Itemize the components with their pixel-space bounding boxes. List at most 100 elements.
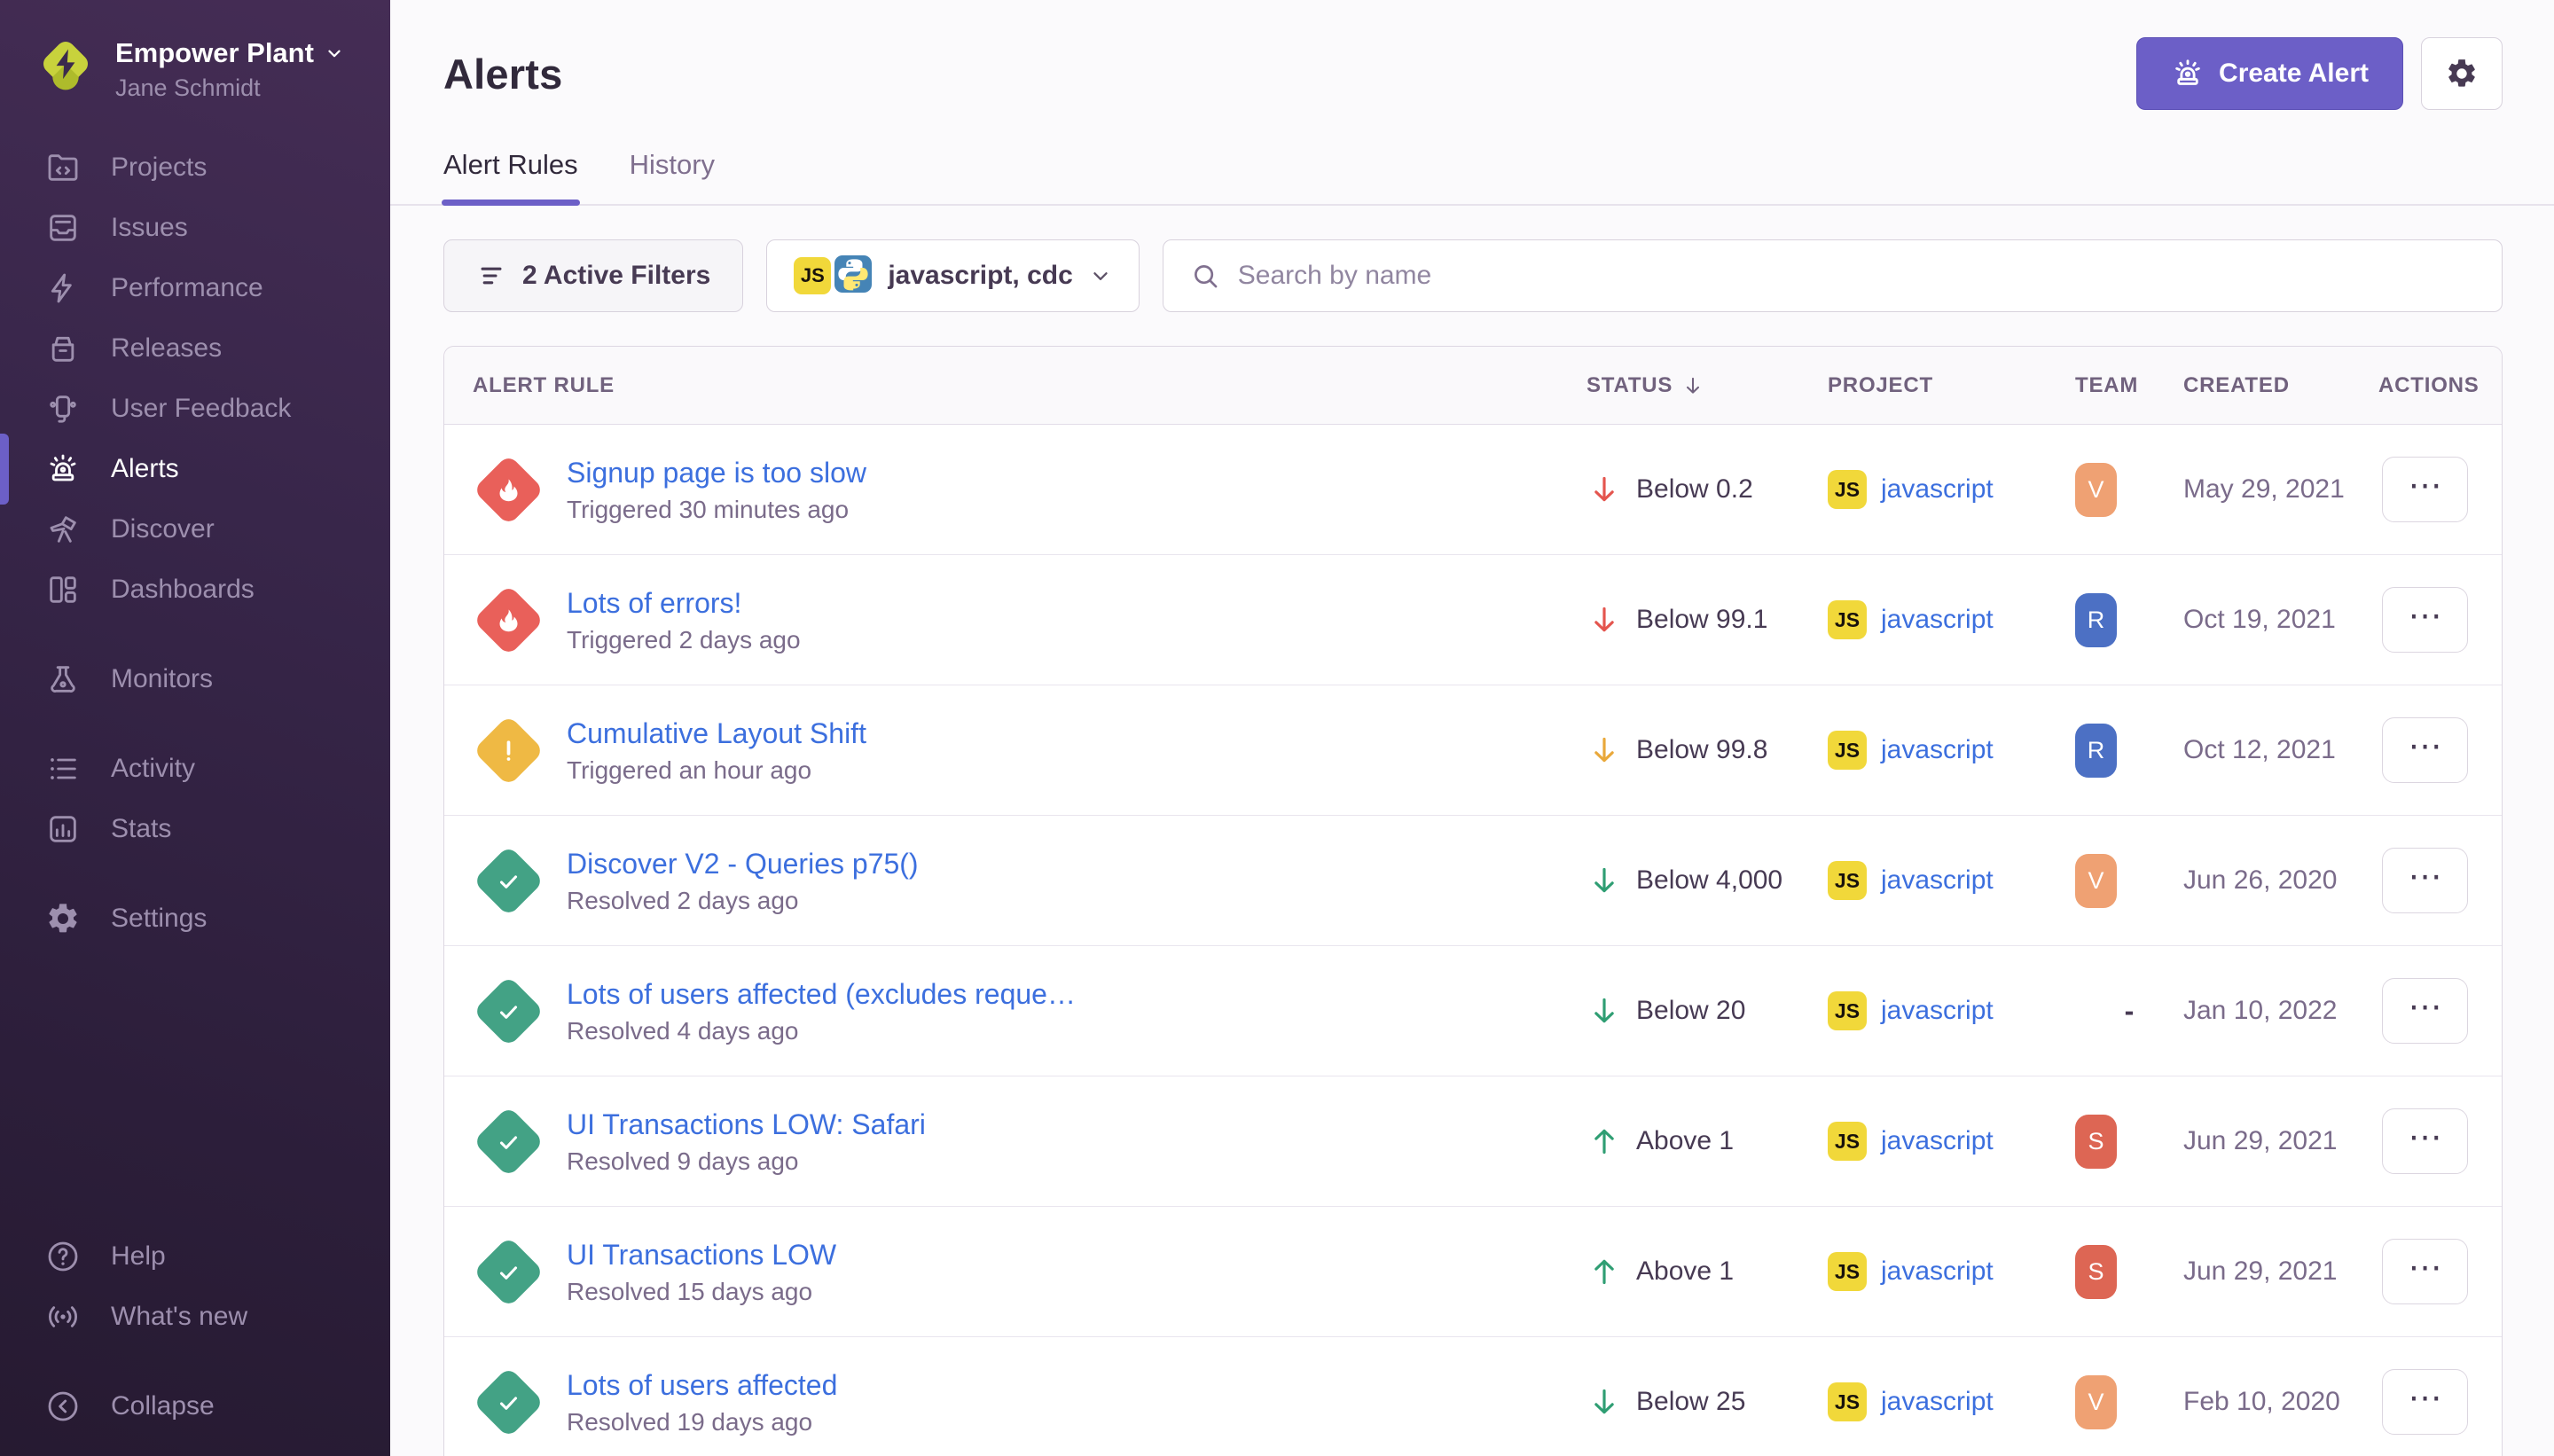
sidebar-item-settings[interactable]: Settings — [0, 888, 390, 949]
issues-icon — [45, 210, 81, 246]
sidebar-item-user-feedback[interactable]: User Feedback — [0, 379, 390, 439]
stats-icon — [45, 811, 81, 847]
dashboards-icon — [45, 572, 81, 607]
alert-rule-subtitle: Resolved 15 days ago — [567, 1277, 836, 1307]
team-avatar: - — [2075, 995, 2183, 1028]
chevron-down-icon — [325, 43, 344, 63]
project-link[interactable]: javascript — [1881, 1387, 1994, 1417]
sidebar-item-performance[interactable]: Performance — [0, 258, 390, 318]
tab-alert-rules[interactable]: Alert Rules — [443, 149, 578, 204]
status-value: Above 1 — [1636, 1126, 1734, 1156]
project-link[interactable]: javascript — [1881, 996, 1994, 1026]
sidebar-item-dashboards[interactable]: Dashboards — [0, 560, 390, 620]
create-alert-button[interactable]: Create Alert — [2136, 37, 2403, 110]
alert-rule-link[interactable]: Signup page is too slow — [567, 455, 866, 490]
table-header-row: Alert Rule Status Project Team Created A… — [444, 347, 2502, 425]
alert-rule-link[interactable]: Lots of users affected — [567, 1367, 837, 1403]
project-link[interactable]: javascript — [1881, 1126, 1994, 1156]
sidebar-item-issues[interactable]: Issues — [0, 198, 390, 258]
table-row: Lots of users affected (excludes reque… … — [444, 946, 2502, 1076]
app-window: Empower Plant Jane Schmidt Projects Issu… — [0, 0, 2554, 1456]
created-date: Jun 29, 2021 — [2183, 1256, 2378, 1287]
status-value: Below 4,000 — [1636, 865, 1782, 896]
row-actions-button[interactable]: ⋯ — [2382, 1108, 2468, 1174]
status-arrow-icon — [1586, 602, 1622, 638]
org-name: Empower Plant — [115, 37, 314, 69]
active-filters-button[interactable]: 2 Active Filters — [443, 239, 743, 312]
chevron-down-icon — [1089, 264, 1112, 287]
table-row: Lots of errors! Triggered 2 days ago Bel… — [444, 555, 2502, 685]
row-actions-button[interactable]: ⋯ — [2382, 457, 2468, 522]
column-status[interactable]: Status — [1586, 373, 1828, 398]
table-row: Cumulative Layout Shift Triggered an hou… — [444, 685, 2502, 816]
row-actions-button[interactable]: ⋯ — [2382, 848, 2468, 913]
row-actions-button[interactable]: ⋯ — [2382, 1239, 2468, 1304]
sidebar-item-help[interactable]: Help — [0, 1226, 390, 1287]
project-link[interactable]: javascript — [1881, 1256, 1994, 1287]
page-title: Alerts — [443, 50, 562, 98]
alert-severity-icon — [473, 584, 544, 655]
row-actions-button[interactable]: ⋯ — [2382, 587, 2468, 653]
javascript-platform-icon: JS — [1828, 731, 1867, 770]
alert-rules-table: Alert Rule Status Project Team Created A… — [443, 346, 2503, 1456]
row-actions-button[interactable]: ⋯ — [2382, 978, 2468, 1044]
alert-rule-link[interactable]: Cumulative Layout Shift — [567, 716, 866, 751]
alert-severity-icon — [473, 1106, 544, 1177]
sidebar-item-stats[interactable]: Stats — [0, 799, 390, 859]
team-avatar: R — [2075, 724, 2117, 778]
project-link[interactable]: javascript — [1881, 735, 1994, 765]
sort-desc-icon — [1681, 374, 1704, 397]
status-arrow-icon — [1586, 472, 1622, 507]
siren-icon — [2171, 57, 2205, 90]
created-date: Oct 19, 2021 — [2183, 605, 2378, 635]
sidebar-item-releases[interactable]: Releases — [0, 318, 390, 379]
row-actions-button[interactable]: ⋯ — [2382, 1369, 2468, 1435]
alert-severity-icon — [473, 1366, 544, 1437]
status-arrow-icon — [1586, 993, 1622, 1029]
project-link[interactable]: javascript — [1881, 605, 1994, 635]
sidebar-item-whats-new[interactable]: What's new — [0, 1287, 390, 1347]
active-filters-label: 2 Active Filters — [522, 261, 710, 291]
column-alert-rule: Alert Rule — [444, 373, 1586, 398]
alert-rule-link[interactable]: Discover V2 - Queries p75() — [567, 846, 919, 881]
javascript-platform-icon: JS — [1828, 861, 1867, 900]
project-selector-label: javascript, cdc — [888, 261, 1072, 291]
table-row: UI Transactions LOW Resolved 15 days ago… — [444, 1207, 2502, 1337]
alert-rule-link[interactable]: UI Transactions LOW: Safari — [567, 1107, 926, 1142]
project-link[interactable]: javascript — [1881, 474, 1994, 505]
team-avatar: S — [2075, 1115, 2117, 1169]
filter-lines-icon — [476, 261, 506, 291]
row-actions-button[interactable]: ⋯ — [2382, 717, 2468, 783]
alert-severity-icon — [473, 975, 544, 1046]
releases-icon — [45, 331, 81, 366]
search-icon — [1190, 261, 1220, 291]
org-switcher[interactable]: Empower Plant Jane Schmidt — [0, 0, 390, 102]
sidebar-item-monitors[interactable]: Monitors — [0, 649, 390, 709]
created-date: May 29, 2021 — [2183, 474, 2378, 505]
activity-icon — [45, 751, 81, 787]
sidebar-item-discover[interactable]: Discover — [0, 499, 390, 560]
alert-rule-subtitle: Triggered 30 minutes ago — [567, 495, 866, 525]
column-status-label: Status — [1586, 373, 1673, 398]
help-icon — [45, 1239, 81, 1274]
tab-history[interactable]: History — [630, 149, 715, 204]
alert-rule-subtitle: Triggered an hour ago — [567, 755, 866, 786]
search-input[interactable] — [1238, 261, 2475, 291]
sidebar-item-projects[interactable]: Projects — [0, 137, 390, 198]
sidebar-item-alerts[interactable]: Alerts — [0, 439, 390, 499]
sidebar-item-activity[interactable]: Activity — [0, 739, 390, 799]
alert-rule-subtitle: Resolved 19 days ago — [567, 1407, 837, 1437]
alert-severity-icon — [473, 715, 544, 786]
alert-rule-link[interactable]: Lots of users affected (excludes reque… — [567, 976, 1076, 1012]
alert-severity-icon — [473, 454, 544, 525]
alert-severity-icon — [473, 1236, 544, 1307]
python-platform-icon — [834, 255, 872, 297]
project-link[interactable]: javascript — [1881, 865, 1994, 896]
alert-rule-link[interactable]: UI Transactions LOW — [567, 1237, 836, 1272]
alert-settings-button[interactable] — [2421, 37, 2503, 110]
page-header: Alerts Create Alert Alert Rules History — [390, 0, 2554, 206]
main-content: Alerts Create Alert Alert Rules History — [390, 0, 2554, 1456]
alert-rule-link[interactable]: Lots of errors! — [567, 585, 801, 621]
sidebar-item-collapse[interactable]: Collapse — [0, 1376, 390, 1436]
project-selector[interactable]: JS javascript, cdc — [766, 239, 1139, 312]
